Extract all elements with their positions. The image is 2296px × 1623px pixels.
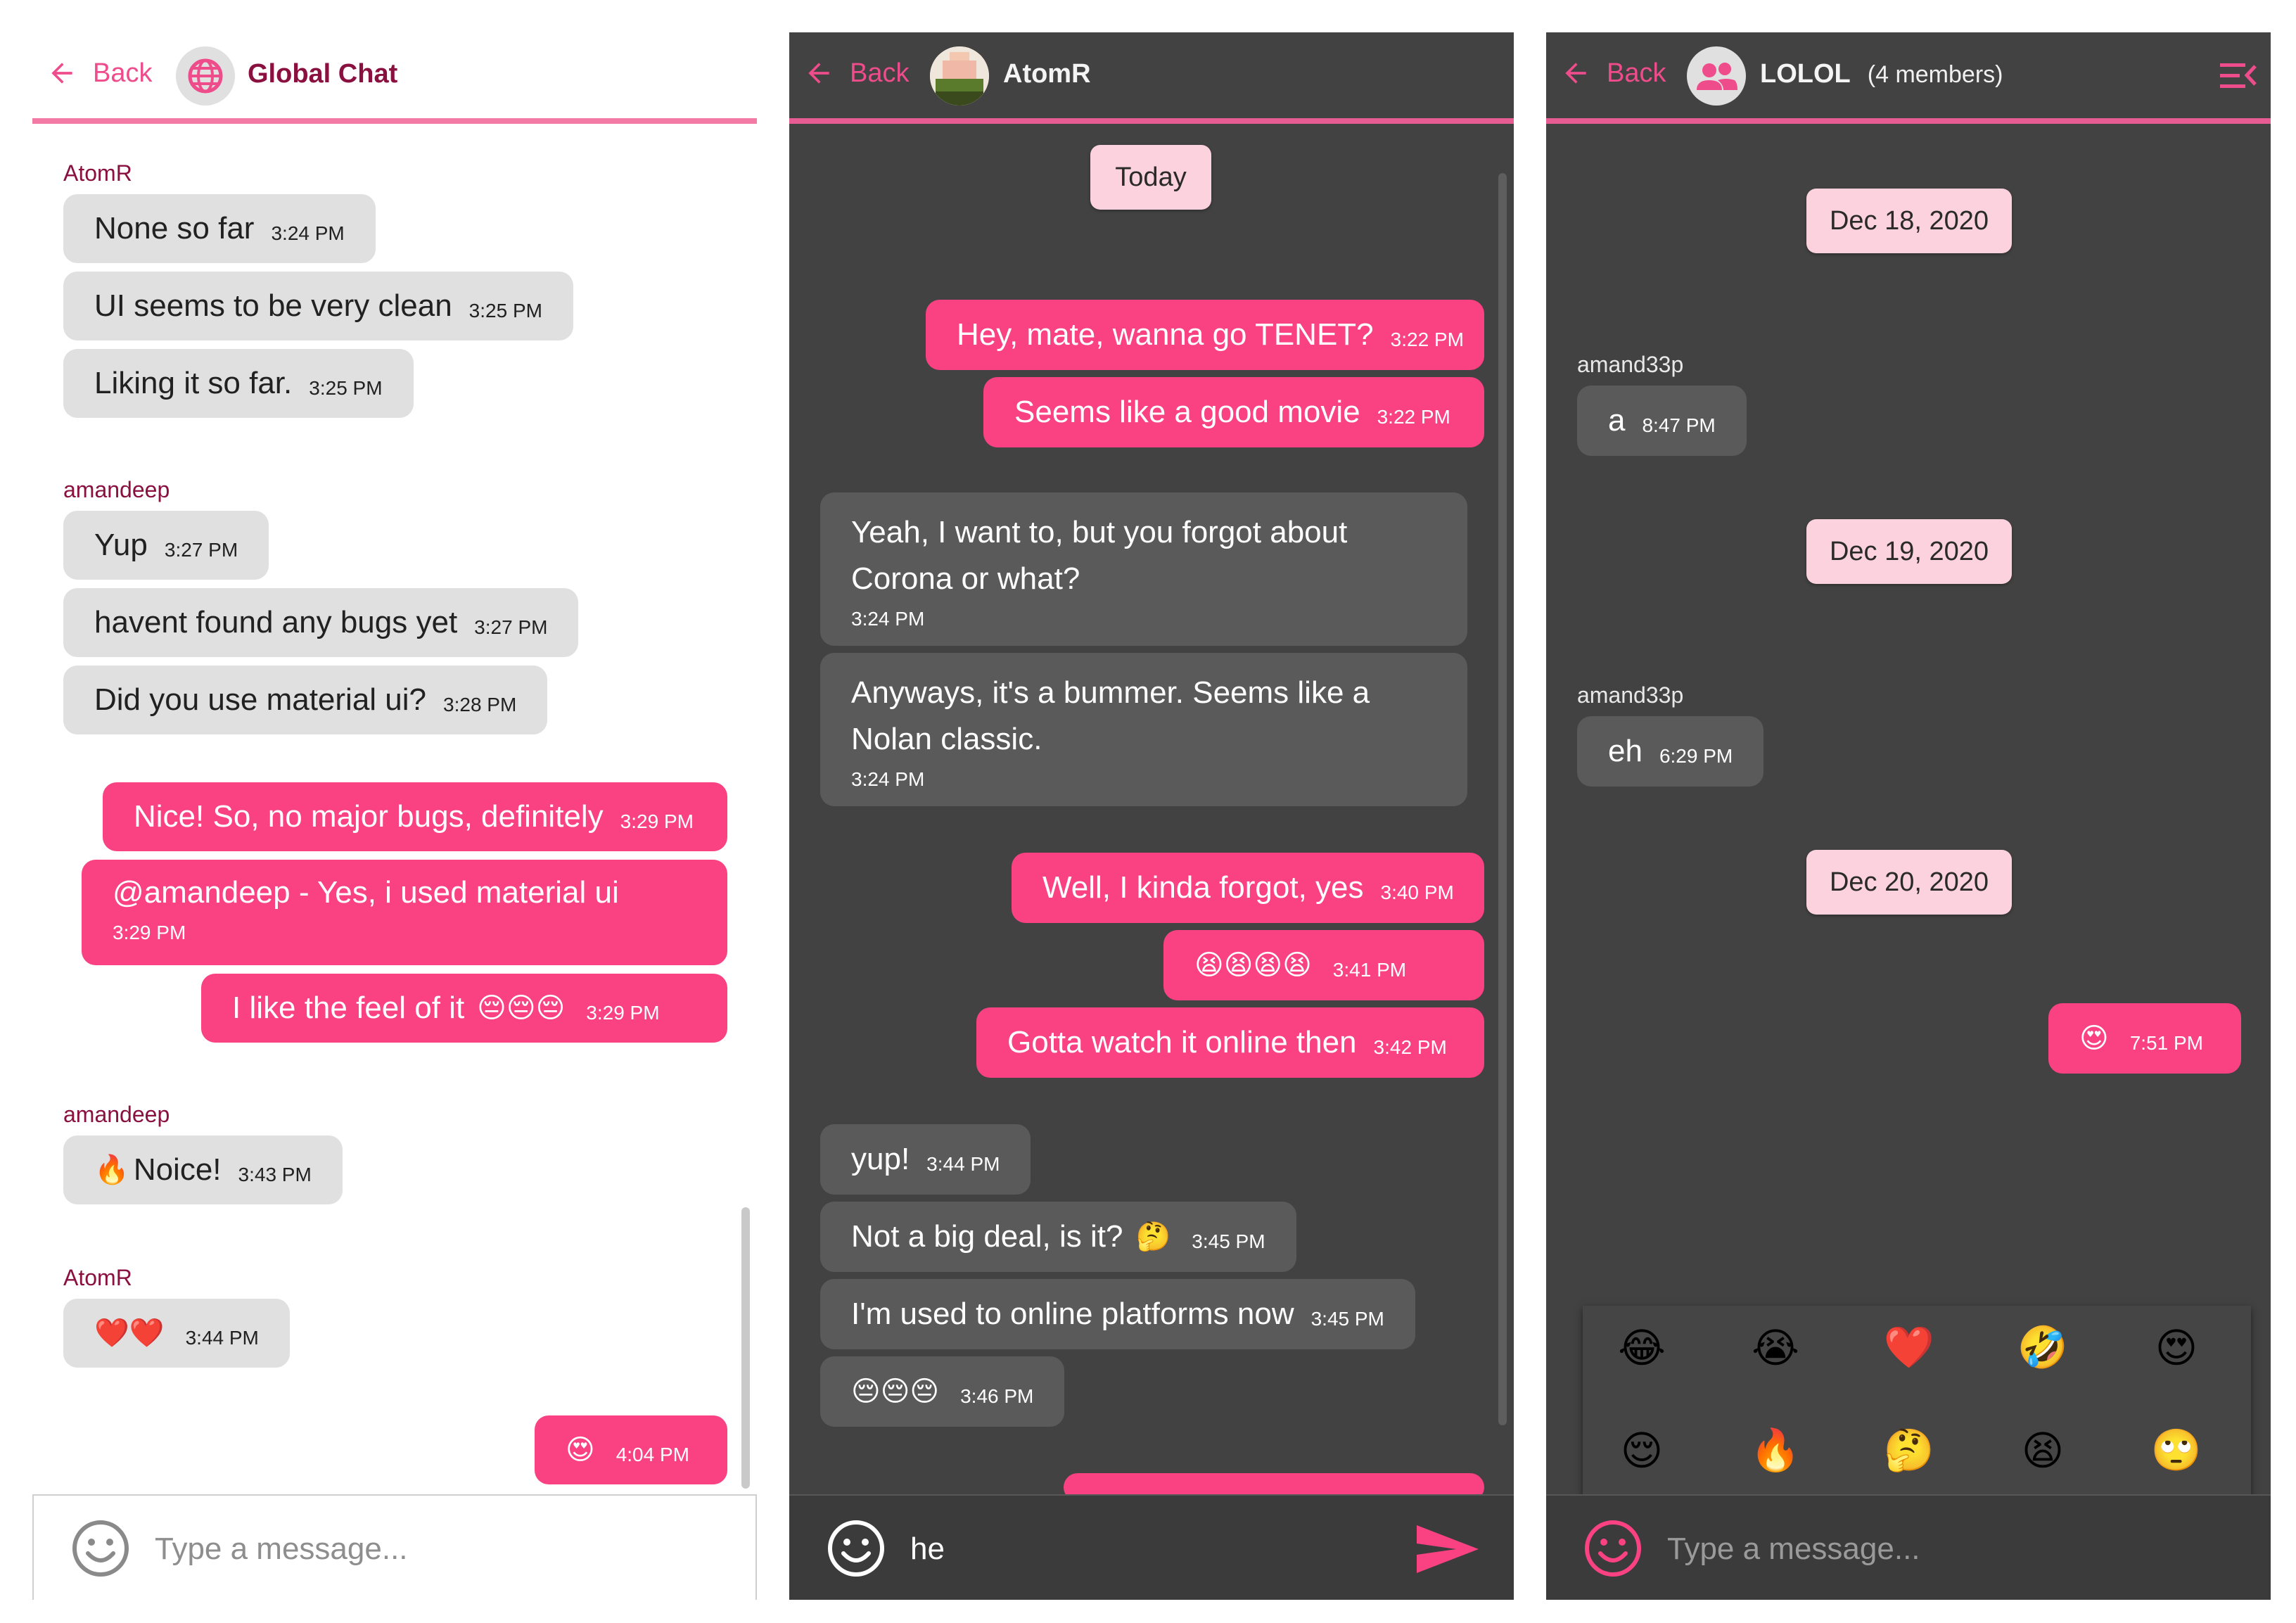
emoji-toggle-icon[interactable] — [70, 1518, 131, 1579]
message-bubble: Yup 3:27 PM — [63, 511, 269, 580]
sent-message-bubble: Nice! So, no major bugs, definitely 3:29 … — [103, 782, 727, 851]
globe-icon — [176, 46, 235, 106]
back-button[interactable]: Back — [1560, 58, 1666, 89]
message-input[interactable] — [909, 1524, 1369, 1574]
sent-message-bubble: Seems like a good movie 3:22 PM — [983, 377, 1484, 447]
sent-message-bubble: Well, I kinda forgot, yes 3:40 PM — [1012, 853, 1484, 923]
chat-header: Back Global Chat — [32, 32, 757, 117]
pensive-emoji-icon: 😔😔😔 — [477, 993, 566, 1024]
joy-emoji-icon[interactable]: 😂 — [1614, 1320, 1670, 1376]
pensive-emoji-icon: 😔😔😔 — [851, 1376, 940, 1407]
message-bubble: Anyways, it's a bummer. Seems like a Nol… — [820, 653, 1467, 806]
thinking-emoji-icon: 🤔 — [1135, 1221, 1171, 1252]
message-bubble: I'm used to online platforms now 3:45 PM — [820, 1279, 1415, 1349]
arrow-back-icon — [808, 63, 829, 84]
date-chip: Today — [1090, 145, 1211, 210]
header-divider — [1546, 118, 2271, 124]
menu-open-icon[interactable] — [2220, 61, 2257, 91]
sender-name: amandeep — [63, 477, 170, 502]
eye-roll-emoji-icon[interactable]: 🙄 — [2148, 1422, 2205, 1479]
arrow-back-icon — [1565, 63, 1586, 84]
scrollbar[interactable] — [741, 1207, 750, 1489]
sender-name: AtomR — [63, 1265, 132, 1290]
emoji-toggle-icon[interactable] — [1583, 1518, 1643, 1579]
sent-message-bubble: Gotta watch it online then 3:42 PM — [976, 1007, 1484, 1078]
message-bubble: yup! 3:44 PM — [820, 1124, 1031, 1195]
sender-name: amandeep — [63, 1102, 170, 1127]
sender-name: AtomR — [63, 160, 132, 186]
header-divider — [789, 118, 1514, 124]
back-label: Back — [1607, 58, 1666, 88]
fire-emoji-icon: 🔥 — [94, 1154, 129, 1185]
heart-emoji-icon[interactable]: ❤️ — [1881, 1320, 1937, 1376]
chat-title: Global Chat — [248, 59, 398, 89]
group-icon — [1687, 46, 1746, 106]
message-bubble: 😔😔😔 3:46 PM — [820, 1356, 1065, 1427]
relieved-emoji-icon[interactable]: 😌 — [1614, 1422, 1670, 1479]
chat-title: LOLOL (4 members) — [1760, 59, 2003, 89]
sent-message-bubble: 😍 4:04 PM — [535, 1415, 727, 1484]
sent-message-bubble: I like the feel of it 😔😔😔 3:29 PM — [201, 974, 727, 1043]
message-bubble: Yeah, I want to, but you forgot about Co… — [820, 492, 1467, 646]
arrow-back-icon — [51, 63, 72, 84]
chat-header: Back LOLOL (4 members) — [1546, 32, 2271, 117]
message-bubble: ❤️❤️ 3:44 PM — [63, 1299, 290, 1368]
sender-name: amand33p — [1577, 682, 1684, 708]
heart-emoji-icon: ❤️❤️ — [94, 1318, 165, 1349]
user-avatar — [930, 46, 989, 106]
date-chip: Dec 18, 2020 — [1806, 189, 2012, 253]
back-button[interactable]: Back — [46, 58, 152, 89]
sender-name: amand33p — [1577, 352, 1684, 377]
sent-message-bubble: Hey, mate, wanna go TENET? 3:22 PM — [926, 300, 1484, 370]
sent-message-bubble: 😫😫😫😫 3:41 PM — [1163, 930, 1484, 1000]
sent-message-bubble: @amandeep - Yes, i used material ui 3:29 … — [82, 860, 727, 965]
scrollbar[interactable] — [1498, 173, 1507, 1425]
emoji-picker: 😂 😭 ❤️ 🤣 😍 😌 🔥 🤔 😫 🙄 — [1583, 1306, 2251, 1510]
message-bubble: Not a big deal, is it? 🤔 3:45 PM — [820, 1202, 1296, 1272]
back-button[interactable]: Back — [803, 58, 909, 89]
message-bubble: 🔥 Noice! 3:43 PM — [63, 1135, 343, 1204]
back-label: Back — [93, 58, 153, 88]
date-chip: Dec 19, 2020 — [1806, 519, 2012, 584]
heart-eyes-emoji-icon[interactable]: 😍 — [2148, 1320, 2205, 1376]
chat-header: Back AtomR — [789, 32, 1514, 117]
message-input[interactable] — [1666, 1524, 2126, 1574]
back-label: Back — [850, 58, 910, 88]
message-bubble: None so far 3:24 PM — [63, 194, 376, 263]
heart-eyes-emoji-icon: 😍 — [2079, 1023, 2109, 1054]
date-chip: Dec 20, 2020 — [1806, 850, 2012, 915]
message-bubble: eh 6:29 PM — [1577, 716, 1764, 787]
message-composer — [32, 1494, 757, 1600]
members-count: (4 members) — [1867, 61, 2003, 88]
direct-chat-panel: Back AtomR Today Hey, mate, wanna go TEN… — [789, 32, 1514, 1600]
emoji-toggle-icon[interactable] — [826, 1518, 886, 1579]
message-bubble: a 8:47 PM — [1577, 386, 1747, 456]
sob-emoji-icon[interactable]: 😭 — [1747, 1320, 1804, 1376]
header-divider — [32, 118, 757, 124]
message-bubble: havent found any bugs yet 3:27 PM — [63, 588, 579, 657]
heart-eyes-emoji-icon: 😍 — [566, 1434, 595, 1465]
message-bubble: UI seems to be very clean 3:25 PM — [63, 272, 573, 340]
sent-message-bubble: 😍 7:51 PM — [2048, 1003, 2241, 1074]
message-bubble: Did you use material ui? 3:28 PM — [63, 666, 548, 734]
chat-title: AtomR — [1003, 59, 1091, 89]
thinking-emoji-icon[interactable]: 🤔 — [1881, 1422, 1937, 1479]
message-composer — [789, 1494, 1514, 1600]
global-chat-panel: Back Global Chat AtomR None so far 3:24 P… — [32, 32, 757, 1600]
message-composer — [1546, 1494, 2271, 1600]
message-bubble: Liking it so far. 3:25 PM — [63, 349, 414, 418]
send-icon[interactable] — [1414, 1522, 1481, 1576]
group-chat-panel: Back LOLOL (4 members) Dec 18, 2020 amand… — [1546, 32, 2271, 1600]
fire-emoji-icon[interactable]: 🔥 — [1747, 1422, 1804, 1479]
message-input[interactable] — [153, 1524, 613, 1574]
tired-face-emoji-icon: 😫😫😫😫 — [1194, 950, 1312, 981]
tired-face-emoji-icon[interactable]: 😫 — [2015, 1422, 2071, 1479]
rofl-emoji-icon[interactable]: 🤣 — [2015, 1320, 2071, 1376]
